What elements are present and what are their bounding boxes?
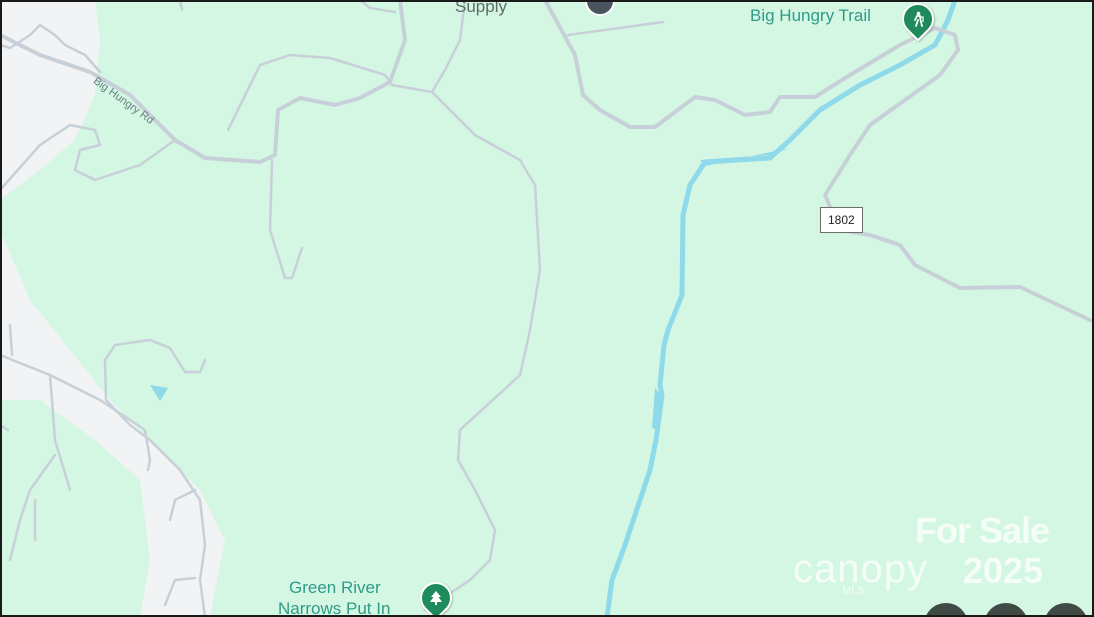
road-northeast-spur [566, 20, 665, 37]
green-river [604, 0, 958, 617]
tree-icon [430, 591, 442, 605]
road-center-loop [423, 90, 542, 612]
road-north-track [226, 0, 467, 132]
road-northeast-loop [543, 0, 1092, 322]
small-pond [150, 385, 168, 401]
route-shield-1802: 1802 [820, 207, 863, 233]
urban-area-southwest [0, 230, 225, 617]
road-top-stub [178, 0, 397, 14]
river-widening [652, 148, 790, 430]
urban-area-northwest [0, 0, 100, 200]
poi-label-green-river-line2[interactable]: Narrows Put In [278, 599, 390, 617]
poi-label-big-hungry-trail[interactable]: Big Hungry Trail [750, 6, 871, 26]
watermark-brand-sub: MLS [842, 585, 865, 597]
hiker-icon [914, 11, 924, 27]
poi-label-supply[interactable]: Supply [455, 0, 507, 17]
watermark-for-sale: For Sale [915, 510, 1050, 551]
map-canvas[interactable]: Big Hungry Rd Supply Big Hungry Trail 18… [0, 0, 1094, 617]
road-center-spur [268, 158, 304, 280]
watermark-year: 2025 [963, 550, 1044, 591]
poi-label-green-river-line1[interactable]: Green River [289, 578, 381, 598]
